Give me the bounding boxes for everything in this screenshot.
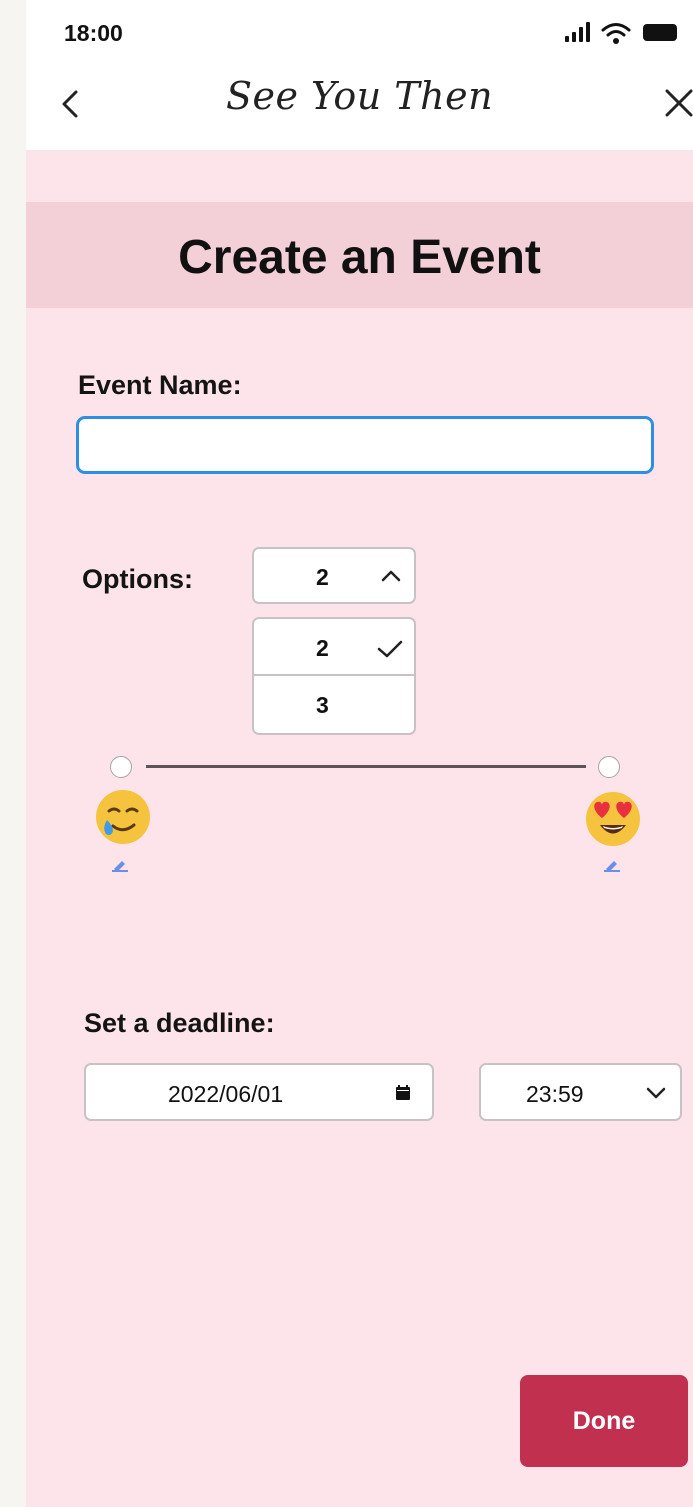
phone-screen: 18:00 See You Then Create an Event Event… [26, 0, 693, 1507]
options-dropdown-menu: 2 3 [252, 617, 416, 735]
status-icons [565, 22, 685, 44]
chevron-down-icon [646, 1087, 666, 1099]
deadline-label: Set a deadline: [84, 1008, 275, 1038]
status-bar: 18:00 [26, 0, 693, 60]
chevron-up-icon [381, 570, 401, 582]
navigation-bar: See You Then [26, 60, 693, 150]
checkmark-icon [377, 640, 403, 658]
event-name-label: Event Name: [78, 370, 242, 400]
status-time: 18:00 [64, 20, 123, 46]
dropdown-option-label: 3 [316, 692, 329, 718]
dropdown-option-label: 2 [316, 635, 329, 661]
edit-pencil-icon[interactable] [604, 858, 620, 872]
deadline-time-select[interactable]: 23:59 [479, 1063, 682, 1121]
smiling-face-with-heart-eyes-icon [586, 792, 640, 846]
options-selected-value: 2 [316, 564, 329, 590]
smiling-face-with-tear-icon [96, 790, 150, 844]
slider-track[interactable] [146, 765, 586, 768]
battery-icon [643, 24, 677, 41]
deadline-time-value: 23:59 [526, 1081, 584, 1107]
slider-left-handle[interactable] [110, 756, 132, 778]
options-label: Options: [82, 564, 193, 594]
calendar-icon [396, 1085, 410, 1100]
dropdown-option[interactable]: 3 [254, 676, 414, 733]
page-title-band: Create an Event [26, 202, 693, 308]
deadline-date-picker[interactable]: 2022/06/01 [84, 1063, 434, 1121]
event-name-input[interactable] [76, 416, 654, 474]
page-title: Create an Event [178, 231, 541, 284]
close-icon[interactable] [663, 86, 693, 120]
signal-icon [565, 22, 591, 42]
deadline-date-value: 2022/06/01 [168, 1081, 284, 1107]
wifi-icon [601, 23, 631, 44]
app-title: See You Then [225, 74, 494, 118]
slider-right-handle[interactable] [598, 756, 620, 778]
dropdown-option[interactable]: 2 [254, 619, 414, 676]
edit-pencil-icon[interactable] [112, 858, 128, 872]
done-button[interactable]: Done [520, 1375, 688, 1467]
options-select[interactable]: 2 [252, 547, 416, 604]
